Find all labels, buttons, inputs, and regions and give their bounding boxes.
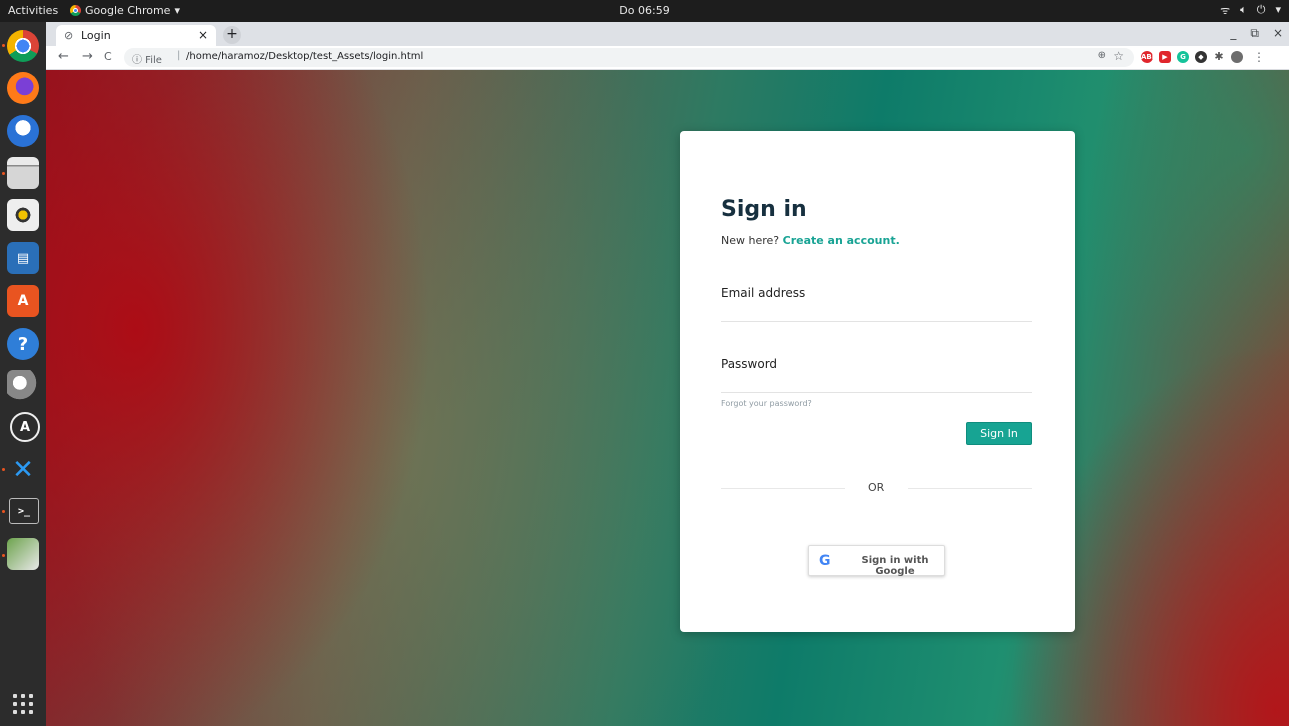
show-applications-icon[interactable]: [13, 694, 33, 714]
terminal-icon[interactable]: >_: [9, 498, 39, 524]
divider-left: [721, 488, 845, 489]
tab-strip: ⊘ Login × + _ ⧉ ×: [46, 22, 1289, 46]
page-favicon-icon: ⊘: [64, 29, 74, 42]
network-icon[interactable]: [7, 370, 39, 402]
chrome-icon[interactable]: [7, 30, 39, 62]
running-indicator: [2, 510, 5, 513]
password-label: Password: [721, 357, 778, 371]
forgot-password-link[interactable]: Forgot your password?: [721, 399, 812, 408]
minimize-icon[interactable]: _: [1230, 26, 1236, 41]
google-sign-in-button[interactable]: G Sign in with Google: [808, 545, 945, 577]
browser-toolbar: ← → C ⓘ File | /home/haramoz/Desktop/tes…: [46, 46, 1289, 70]
close-window-icon[interactable]: ×: [1273, 26, 1283, 41]
browser-window: ⊘ Login × + _ ⧉ × ← → C ⓘ File | /home/h…: [46, 22, 1289, 726]
running-indicator: [2, 44, 5, 47]
page-viewport: Sign in New here? Create an account. Ema…: [46, 70, 1289, 726]
menu-icon[interactable]: ⋮: [1253, 50, 1265, 64]
tab-login[interactable]: ⊘ Login ×: [56, 25, 216, 46]
rhythmbox-icon[interactable]: [7, 199, 39, 231]
zoom-icon[interactable]: ⊕: [1098, 50, 1106, 61]
new-here-label: New here?: [721, 234, 780, 247]
running-indicator: [2, 468, 5, 471]
close-tab-icon[interactable]: ×: [198, 28, 208, 42]
puzzle-icon[interactable]: ✱: [1213, 51, 1225, 63]
dock: ▤ A ? A ✕ >_: [0, 22, 46, 726]
sign-in-button[interactable]: Sign In: [966, 422, 1032, 445]
files-icon[interactable]: [7, 157, 39, 189]
extensions-area: ABP ▶ G ◆ ✱ ⋮: [1141, 50, 1265, 64]
bookmark-star-icon[interactable]: ☆: [1113, 49, 1124, 63]
adblock-icon[interactable]: ABP: [1141, 51, 1157, 63]
clock[interactable]: Do 06:59: [0, 4, 1289, 17]
image-viewer-icon[interactable]: [7, 538, 39, 570]
new-tab-button[interactable]: +: [223, 26, 241, 44]
new-here-text: New here? Create an account.: [721, 234, 900, 247]
divider-right: [908, 488, 1032, 489]
url-separator: |: [177, 50, 181, 61]
vscode-icon[interactable]: ✕: [7, 454, 39, 486]
extension-dark-icon[interactable]: ◆: [1195, 51, 1207, 63]
google-icon: G: [819, 553, 831, 569]
running-indicator: [2, 554, 5, 557]
profile-avatar-icon[interactable]: [1231, 51, 1243, 63]
software-icon[interactable]: A: [7, 285, 39, 317]
thunderbird-icon[interactable]: [7, 115, 39, 147]
password-field[interactable]: [721, 370, 1032, 393]
writer-icon[interactable]: ▤: [7, 242, 39, 274]
help-icon[interactable]: ?: [7, 328, 39, 360]
firefox-icon[interactable]: [7, 72, 39, 104]
google-button-label: Sign in with Google: [861, 555, 929, 577]
reload-button[interactable]: C: [104, 50, 112, 63]
system-top-bar: Activities Google Chrome ▾ Do 06:59 ᯤ 🔈︎…: [0, 0, 1289, 22]
power-icon: ⏻: [1256, 3, 1266, 16]
url-text[interactable]: /home/haramoz/Desktop/test_Assets/login.…: [186, 51, 423, 62]
create-account-link[interactable]: Create an account.: [783, 234, 900, 247]
restore-icon[interactable]: ⧉: [1250, 26, 1259, 41]
extension-red-icon[interactable]: ▶: [1159, 51, 1171, 63]
back-button[interactable]: ←: [58, 49, 69, 64]
updater-icon[interactable]: A: [10, 412, 40, 442]
chevron-down-icon: ▾: [1275, 3, 1281, 16]
login-card: Sign in New here? Create an account. Ema…: [680, 131, 1075, 632]
grammarly-icon[interactable]: G: [1177, 51, 1189, 63]
window-controls: _ ⧉ ×: [1230, 26, 1283, 41]
tab-title: Login: [81, 29, 111, 42]
running-indicator: [2, 172, 5, 175]
page-title: Sign in: [721, 197, 807, 222]
system-tray[interactable]: ᯤ 🔈︎ ⏻ ▾: [1220, 3, 1281, 18]
volume-icon: 🔈︎: [1240, 3, 1247, 16]
address-bar[interactable]: ⓘ File | /home/haramoz/Desktop/test_Asse…: [124, 48, 1134, 67]
email-field[interactable]: [721, 299, 1032, 322]
wifi-icon: ᯤ: [1220, 4, 1231, 17]
or-separator: OR: [868, 481, 885, 494]
email-label: Email address: [721, 286, 806, 300]
forward-button[interactable]: →: [82, 49, 93, 64]
site-info-label[interactable]: ⓘ File: [132, 51, 162, 66]
